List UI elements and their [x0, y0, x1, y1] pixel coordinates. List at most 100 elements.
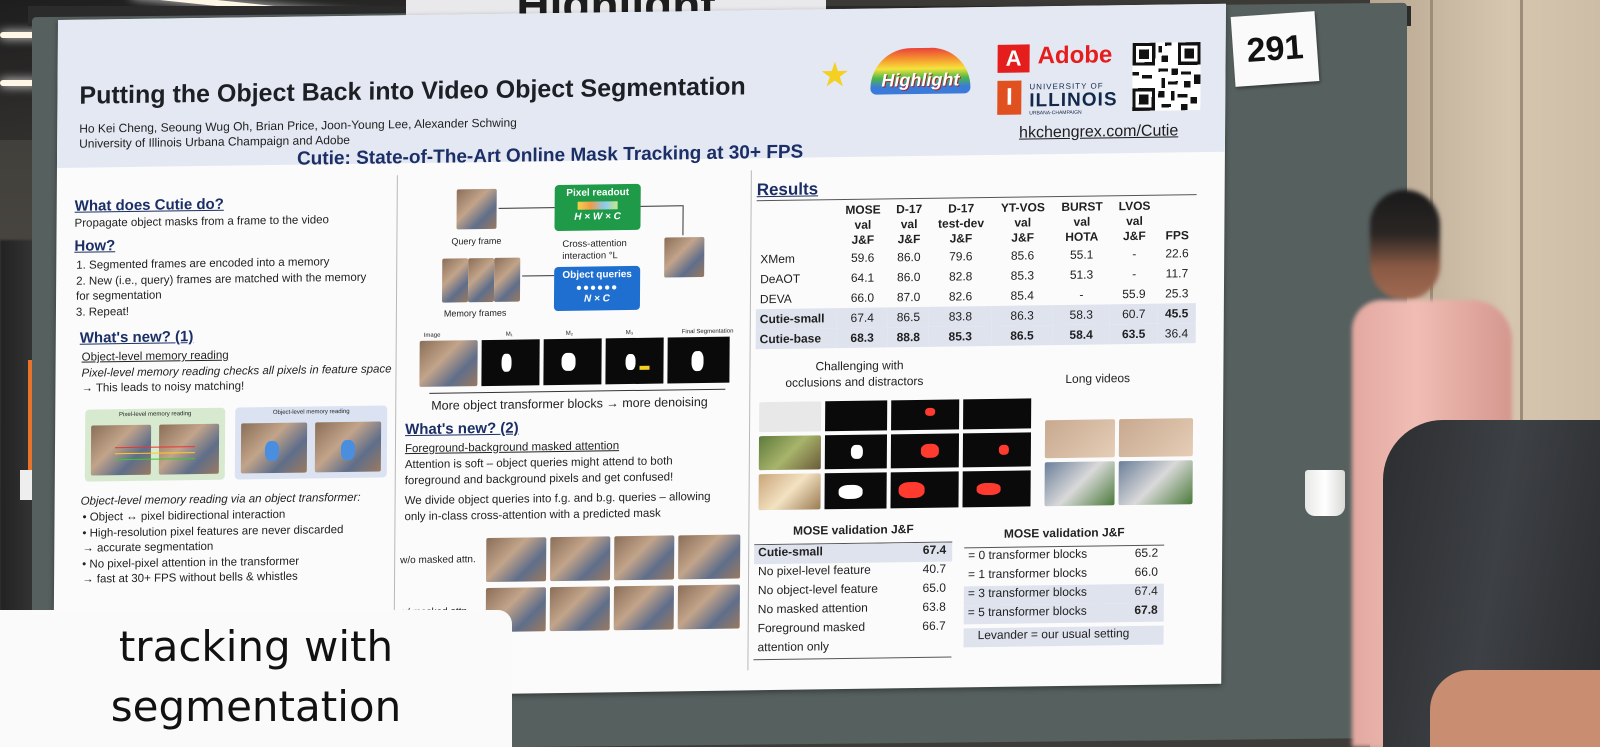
long-video-frame — [1118, 460, 1193, 506]
urbana-text: URBANA-CHAMPAIGN — [1029, 109, 1082, 117]
ablation-value: 40.7 — [922, 561, 947, 576]
mask-object — [898, 481, 925, 499]
denoise-arrow — [429, 388, 726, 394]
results-cell: - — [1079, 287, 1084, 302]
ablation-row: = 5 transformer blocks 67.8 — [963, 602, 1164, 625]
results-cell: 58.4 — [1052, 324, 1111, 346]
results-column-header: FPS — [1165, 228, 1189, 243]
mask-object — [561, 352, 576, 371]
results-column-header: MOSE val J&F — [845, 202, 881, 247]
node-label: Pixel readout — [566, 187, 630, 199]
project-url: hkchengrex.com/Cutie — [1019, 122, 1179, 142]
attn-example — [614, 535, 675, 581]
ablation-note: Levander = our usual setting — [963, 625, 1164, 648]
qual-mask — [890, 471, 959, 509]
illinois-logo-icon: I — [997, 80, 1022, 115]
ablation-value: 65.2 — [1134, 545, 1159, 560]
new2-text: only in-class cross-attention with a pre… — [404, 507, 661, 524]
qual-mask — [824, 434, 888, 470]
qual-mask — [962, 470, 1031, 508]
how-item: 3. Repeat! — [75, 306, 130, 319]
method-name: DEVA — [759, 291, 792, 307]
obj-item: → accurate segmentation — [82, 540, 214, 555]
results-cell: 85.3 — [928, 325, 992, 347]
strip-label: M₁ — [505, 331, 513, 338]
results-cell: 55.1 — [1069, 247, 1094, 262]
mask-object — [838, 484, 863, 500]
caption-line-2: segmentation — [110, 682, 402, 731]
mask-distractor — [639, 365, 650, 370]
results-column-header: YT-VOS val J&F — [1000, 200, 1045, 245]
qr-code-icon — [1132, 42, 1201, 112]
ablation-label: No masked attention — [757, 600, 868, 617]
wo-masked-label: w/o masked attn. — [400, 554, 476, 567]
new1-text: → This leads to noisy matching! — [81, 380, 245, 395]
figure-label: Pixel-level memory reading — [119, 411, 192, 419]
how-item: 1. Segmented frames are encoded into a m… — [76, 256, 330, 272]
column-divider — [393, 175, 398, 676]
ablation-value: 67.8 — [1134, 602, 1158, 617]
flow-arrow — [498, 207, 555, 209]
method-name: XMem — [760, 251, 795, 267]
query-frame-label: Query frame — [451, 235, 502, 247]
challenging-label: Challenging with — [815, 358, 904, 374]
ablation-title: MOSE validation J&F — [964, 524, 1165, 549]
section-how: How? — [74, 237, 116, 255]
qual-mask — [890, 433, 960, 469]
qual-frame — [759, 401, 822, 433]
new2-text: Attention is soft – object queries might… — [404, 455, 673, 472]
obj-item: • High-resolution pixel features are nev… — [82, 524, 344, 540]
results-column-header — [756, 203, 837, 249]
strip-label: Image — [423, 332, 441, 339]
results-cell: 51.3 — [1069, 267, 1094, 282]
cross-attn-label: Cross-attention — [562, 238, 627, 250]
feature-bar — [577, 201, 618, 210]
mask-object — [501, 353, 512, 372]
results-cell: 85.6 — [1010, 248, 1035, 263]
person-head — [1370, 190, 1440, 300]
results-cell: 25.3 — [1165, 286, 1189, 301]
memory-frames-label: Memory frames — [443, 307, 507, 319]
ablation-table-1: MOSE validation J&F Cutie-small 67.4 No pix… — [753, 521, 953, 661]
output-frame-photo — [664, 236, 705, 278]
attn-example — [550, 536, 611, 582]
results-cell: 79.6 — [949, 249, 973, 264]
pixel-level-figure: Pixel-level memory reading — [84, 407, 226, 482]
star-icon: ★ — [819, 55, 851, 95]
strip-image — [419, 340, 478, 387]
node-dims: N × C — [584, 293, 610, 305]
caption-overlay: tracking with segmentation — [0, 610, 512, 747]
object-queries-node: Object queries ●●●●●● N × C — [553, 265, 641, 312]
new2-text: foreground and background pixels and get… — [404, 471, 674, 488]
ablation-label: = 1 transformer blocks — [967, 565, 1088, 582]
results-cell: 11.7 — [1165, 266, 1189, 281]
qual-frame — [758, 435, 822, 471]
how-item: for segmentation — [76, 289, 162, 303]
cat-photo — [158, 423, 220, 475]
results-cell: 82.8 — [948, 269, 973, 284]
long-video-frame — [1118, 418, 1194, 458]
results-cell: 36.4 — [1157, 323, 1196, 344]
ablation-value: 66.0 — [1134, 564, 1159, 579]
node-label: Object queries — [562, 268, 632, 281]
results-cell: 55.9 — [1122, 286, 1146, 302]
ablation-value: 65.0 — [922, 580, 946, 595]
memory-frame-photo — [467, 257, 495, 303]
strip-label: M₃ — [625, 329, 634, 337]
section-results: Results — [756, 179, 819, 200]
qual-mask — [963, 398, 1032, 430]
object-mask — [340, 439, 356, 461]
results-column-header: LVOS val J&F — [1118, 198, 1151, 244]
how-item: 2. New (i.e., query) frames are matched … — [76, 271, 367, 288]
ablation-label: Foreground masked — [757, 619, 866, 636]
new1-subtitle: Object-level memory reading — [81, 349, 229, 364]
results-cell: 86.5 — [991, 325, 1053, 346]
memory-frame-photo — [493, 257, 521, 302]
paper-cup — [1305, 470, 1345, 516]
object-mask — [264, 440, 280, 462]
results-cell: 86.0 — [897, 249, 921, 265]
denoise-caption: More object transformer blocks → more de… — [431, 394, 708, 413]
long-video-frame — [1044, 461, 1115, 507]
results-cell: 86.5 — [887, 306, 930, 328]
node-dims: H × W × C — [574, 211, 621, 223]
